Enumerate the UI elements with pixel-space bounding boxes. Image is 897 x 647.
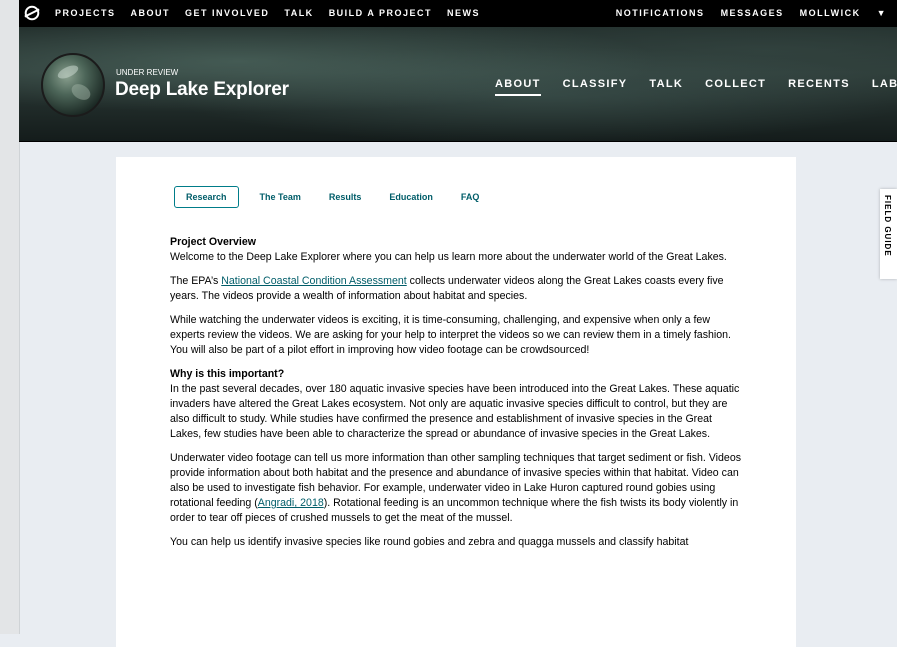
why-paragraph-3: You can help us identify invasive specie…	[170, 536, 689, 548]
field-guide-tab[interactable]: FIELD GUIDE	[880, 189, 897, 279]
project-tab-recents[interactable]: RECENTS	[788, 78, 850, 96]
overview-heading: Project Overview	[170, 236, 256, 248]
project-header: UNDER REVIEW Deep Lake Explorer ABOUT CL…	[19, 27, 897, 142]
project-tab-about[interactable]: ABOUT	[495, 78, 541, 96]
project-tab-talk[interactable]: TALK	[649, 78, 683, 96]
subtab-research[interactable]: Research	[174, 186, 239, 208]
why-paragraph-2: Underwater video footage can tell us mor…	[170, 452, 742, 524]
about-content-card: Research The Team Results Education FAQ …	[116, 157, 796, 647]
overview-paragraph-1: Welcome to the Deep Lake Explorer where …	[170, 251, 727, 263]
nav-link-news[interactable]: NEWS	[447, 8, 480, 18]
angradi-citation-link[interactable]: Angradi, 2018	[258, 497, 324, 509]
project-status: UNDER REVIEW	[116, 68, 179, 77]
overview-paragraph-2: The EPA’s National Coastal Condition Ass…	[170, 275, 724, 302]
messages-link[interactable]: MESSAGES	[721, 8, 784, 18]
research-content: Project Overview Welcome to the Deep Lak…	[170, 235, 745, 559]
field-guide-label: FIELD GUIDE	[883, 195, 892, 257]
ncca-link[interactable]: National Coastal Condition Assessment	[221, 275, 407, 287]
project-tab-lab[interactable]: LAB	[872, 78, 897, 96]
project-tab-collect[interactable]: COLLECT	[705, 78, 766, 96]
zooniverse-logo-icon[interactable]	[23, 4, 41, 22]
project-title[interactable]: Deep Lake Explorer	[115, 79, 289, 101]
site-nav-links: PROJECTS ABOUT GET INVOLVED TALK BUILD A…	[55, 8, 495, 18]
subtab-the-team[interactable]: The Team	[260, 192, 301, 202]
site-top-nav: PROJECTS ABOUT GET INVOLVED TALK BUILD A…	[19, 0, 897, 27]
project-avatar[interactable]	[41, 53, 105, 117]
subtab-results[interactable]: Results	[329, 192, 362, 202]
user-menu[interactable]: MOLLWICK ▼	[800, 8, 887, 18]
user-nav: NOTIFICATIONS MESSAGES MOLLWICK ▼	[600, 8, 887, 18]
nav-link-build-a-project[interactable]: BUILD A PROJECT	[329, 8, 432, 18]
subtab-faq[interactable]: FAQ	[461, 192, 480, 202]
nav-link-talk[interactable]: TALK	[284, 8, 313, 18]
about-subtabs: Research The Team Results Education FAQ	[174, 186, 507, 208]
overview-paragraph-3: While watching the underwater videos is …	[170, 314, 731, 356]
chevron-down-icon: ▼	[876, 8, 887, 18]
why-important-heading: Why is this important?	[170, 368, 285, 380]
project-nav: ABOUT CLASSIFY TALK COLLECT RECENTS LAB	[495, 78, 897, 96]
username: MOLLWICK	[799, 8, 861, 18]
project-tab-classify[interactable]: CLASSIFY	[563, 78, 628, 96]
notifications-link[interactable]: NOTIFICATIONS	[616, 8, 705, 18]
subtab-education[interactable]: Education	[389, 192, 433, 202]
nav-link-about[interactable]: ABOUT	[131, 8, 171, 18]
nav-link-get-involved[interactable]: GET INVOLVED	[185, 8, 269, 18]
left-edge-strip	[0, 0, 20, 634]
why-paragraph-1: In the past several decades, over 180 aq…	[170, 383, 740, 440]
nav-link-projects[interactable]: PROJECTS	[55, 8, 116, 18]
